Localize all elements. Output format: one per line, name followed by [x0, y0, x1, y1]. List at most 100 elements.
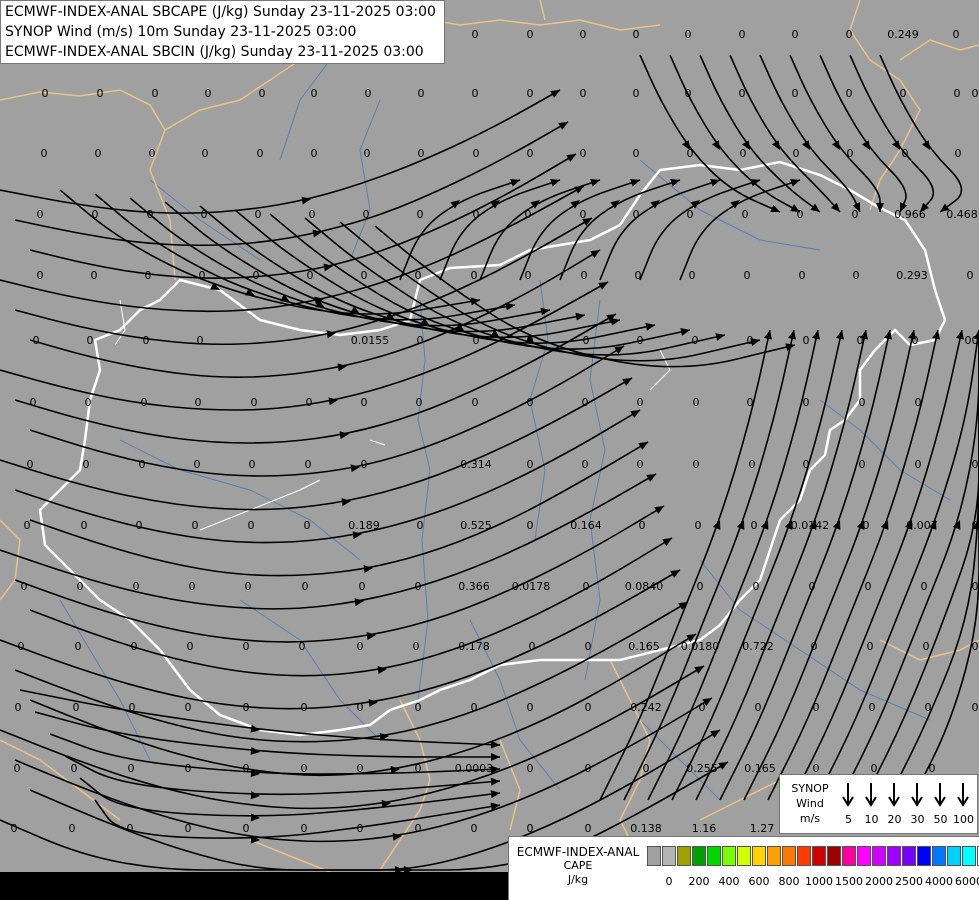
cape-value-label: 0: [257, 147, 264, 160]
wind-streamline: [94, 799, 501, 839]
cape-legend-line: J/kg: [567, 873, 589, 886]
cape-value-label: 0: [527, 519, 534, 532]
cape-value-label: 0: [692, 334, 699, 347]
cape-color-swatch: [842, 846, 856, 866]
cape-value-label: 0: [793, 147, 800, 160]
weather-map[interactable]: 0 0 0 0 0 0 0 0 0.249 0 0 0 0 0 0 0 0 0 0 0 0 0 0 0 0 0 0 0 0 0 0 0 0 0 0 0…: [0, 0, 979, 900]
cape-value-label: 0: [472, 396, 479, 409]
cape-value-label: 0: [33, 334, 40, 347]
cape-value-label: 0: [85, 396, 92, 409]
cape-value-label: 0: [747, 396, 754, 409]
cape-color-swatch: [662, 846, 676, 866]
cape-tick-label: 200: [688, 875, 710, 888]
cape-tick-label: 6000: [955, 875, 979, 888]
streamline-arrowhead: [490, 790, 500, 799]
cape-tick-label: 1000: [805, 875, 833, 888]
country-border-line: [899, 39, 979, 61]
cape-value-label: 0: [301, 822, 308, 835]
cape-value-label: 0.525: [460, 519, 492, 532]
cape-value-label: 0: [21, 580, 28, 593]
cape-value-label: 0: [525, 208, 532, 221]
wind-streamline: [695, 329, 867, 801]
cape-color-swatch: [797, 846, 811, 866]
cape-value-label: 0: [581, 269, 588, 282]
wind-streamline: [599, 329, 771, 801]
cape-value-label: 0: [311, 87, 318, 100]
cape-value-label: 0: [792, 87, 799, 100]
cape-value-label: 0: [585, 822, 592, 835]
cape-value-label: 0: [87, 334, 94, 347]
cape-value-label: 0: [687, 147, 694, 160]
cape-tick-label: 1500: [835, 875, 863, 888]
cape-value-label: 0: [749, 458, 756, 471]
cape-value-label: 0: [687, 208, 694, 221]
cape-value-label: 0.0155: [351, 334, 390, 347]
cape-value-label: 0: [473, 208, 480, 221]
cape-value-label: 0: [739, 87, 746, 100]
country-border-line: [539, 0, 546, 21]
streamline-arrowhead: [710, 730, 720, 739]
cape-color-swatch: [917, 846, 931, 866]
cape-value-label: 0: [846, 28, 853, 41]
wind-streamline: [14, 121, 569, 247]
cape-value-label: 0: [309, 208, 316, 221]
streamline-arrowhead: [736, 520, 745, 530]
wind-streamline: [29, 441, 649, 577]
cape-value-label: 0.165: [628, 640, 660, 653]
cape-color-swatch: [812, 846, 826, 866]
cape-value-label: 0: [803, 334, 810, 347]
cape-value-label: 0: [527, 822, 534, 835]
streamline-arrowhead: [710, 179, 720, 187]
cape-value-label: 0: [637, 334, 644, 347]
cape-value-label: 0.468: [946, 208, 978, 221]
streamline-arrowhead: [880, 520, 889, 530]
cape-value-label: 0: [912, 334, 919, 347]
cape-value-label: 0: [639, 519, 646, 532]
cape-value-label: 0: [363, 208, 370, 221]
cape-value-label: 0: [583, 580, 590, 593]
cape-value-label: 0: [185, 762, 192, 775]
cape-value-label: 0: [472, 87, 479, 100]
cape-value-label: 0.189: [348, 519, 380, 532]
streamline-arrowhead: [670, 179, 680, 187]
synop-wind-legend: SYNOP Wind m/s 5 10 20 30 50 100: [779, 774, 978, 834]
cape-value-label: 0: [693, 458, 700, 471]
cape-value-label: 0.0178: [512, 580, 551, 593]
cape-value-label: 0: [301, 701, 308, 714]
synop-legend-value: 50: [933, 813, 948, 826]
cape-value-label: 0: [693, 396, 700, 409]
synop-legend-value: 100: [953, 813, 974, 826]
cape-value-label: 0: [797, 208, 804, 221]
streamline-arrowhead: [614, 346, 624, 355]
wind-streamline: [767, 329, 939, 801]
streamline-arrowhead: [575, 312, 585, 321]
cape-value-label: 0: [249, 458, 256, 471]
cape-value-label: 0: [364, 147, 371, 160]
cape-value-label: 0: [852, 208, 859, 221]
cape-value-label: 0: [136, 519, 143, 532]
synop-legend-line: m/s: [799, 812, 821, 825]
cape-value-label: 0: [527, 28, 534, 41]
cape-value-label: 0: [525, 269, 532, 282]
wind-streamline: [34, 711, 500, 758]
wind-streamline: [269, 213, 691, 350]
cape-value-label: 0: [197, 334, 204, 347]
map-canvas[interactable]: 0 0 0 0 0 0 0 0 0.249 0 0 0 0 0 0 0 0 0 0 0 0 0 0 0 0 0 0 0 0 0 0 0 0 0 0 0…: [0, 0, 979, 900]
cape-color-swatch: [887, 846, 901, 866]
cape-color-swatch: [677, 846, 691, 866]
cape-value-label: 0: [972, 580, 979, 593]
cape-value-label: 0: [633, 147, 640, 160]
cape-value-label: 0: [472, 28, 479, 41]
cape-value-label: 0: [415, 822, 422, 835]
cape-value-label: 0: [305, 458, 312, 471]
cape-value-label: 0: [580, 147, 587, 160]
synop-legend-label: SYNOP Wind m/s: [784, 781, 836, 826]
cape-value-label: 0: [205, 87, 212, 100]
cape-value-label: 0: [473, 334, 480, 347]
cape-value-label: 0.164: [570, 519, 602, 532]
synop-legend-value: 20: [887, 813, 902, 826]
cape-value-label: 0: [972, 519, 979, 532]
cape-value-label: 0: [685, 87, 692, 100]
cape-value-label: 0: [187, 640, 194, 653]
streamline-arrowhead: [590, 250, 600, 259]
